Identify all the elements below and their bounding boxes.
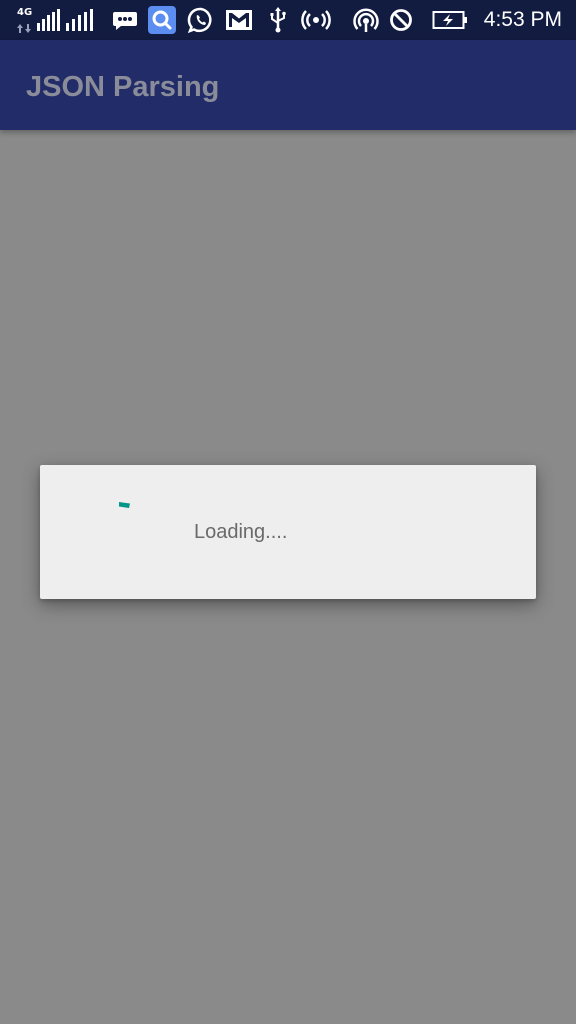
- messaging-icon: [110, 0, 140, 40]
- search-app-icon: [148, 0, 176, 40]
- gmail-icon: [224, 0, 254, 40]
- loading-message: Loading....: [194, 521, 288, 543]
- signal-strength-icon: [37, 0, 63, 40]
- data-arrows-icon: [16, 0, 34, 40]
- progress-dialog: [40, 465, 536, 599]
- wifi-calling-icon: [352, 0, 380, 40]
- do-not-disturb-icon: [388, 0, 414, 40]
- whatsapp-icon: [186, 0, 216, 40]
- loading-spinner-icon: [118, 497, 132, 509]
- status-time: 4:53 PM: [483, 8, 562, 31]
- app-bar: JSON Parsing: [0, 40, 576, 130]
- status-bar: 4G 4:53 PM: [0, 0, 576, 40]
- hotspot-icon: [300, 0, 332, 40]
- usb-icon: [266, 0, 290, 40]
- signal-strength-2-icon: [66, 0, 94, 40]
- screen: 4G 4:53 PM JSON Parsing Loading....: [0, 0, 576, 1024]
- battery-charging-icon: [432, 0, 468, 40]
- app-title: JSON Parsing: [26, 71, 220, 103]
